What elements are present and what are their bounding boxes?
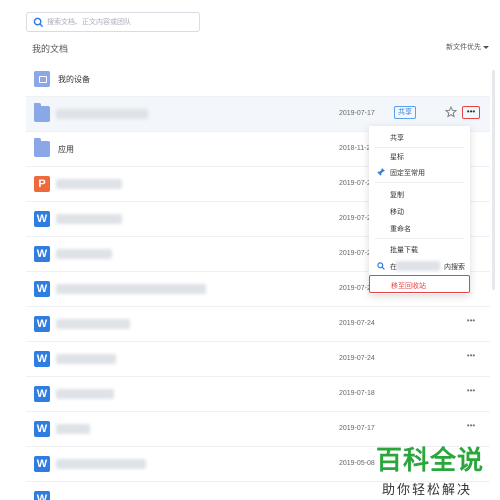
sort-label: 新文件优先 [446, 44, 481, 51]
file-date: 2019-07-17 [339, 425, 375, 432]
sort-select[interactable]: 新文件优先 [446, 42, 489, 52]
caret-down-icon [483, 45, 489, 49]
more-options-button[interactable]: ••• [462, 316, 480, 329]
folder-icon [34, 138, 50, 157]
list-item[interactable]: W 2019-07-18 ••• [26, 377, 490, 412]
folder-icon [34, 103, 50, 122]
word-file-icon: W [34, 281, 50, 297]
watermark-logo: 百科全说 助你轻松解决 [376, 440, 496, 497]
word-file-icon: W [34, 211, 50, 227]
more-options-button[interactable]: ••• [462, 386, 480, 399]
file-name: 应用 [58, 145, 74, 154]
menu-divider [375, 182, 464, 183]
word-file-icon: W [34, 386, 50, 402]
menu-item-copy[interactable]: 复制 [369, 185, 470, 203]
list-item[interactable]: 我的设备 [26, 62, 490, 97]
word-file-icon: W [34, 491, 50, 500]
search-icon [377, 262, 385, 270]
menu-item-share[interactable]: 共享 [369, 128, 470, 146]
blurred-file-name [56, 284, 206, 294]
more-options-button[interactable]: ••• [462, 421, 480, 434]
search-placeholder: 搜索文档、正文内容或团队 [47, 19, 131, 26]
blurred-file-name [56, 424, 90, 434]
more-options-button[interactable]: ••• [462, 351, 480, 364]
blurred-file-name [56, 319, 130, 329]
menu-item-search-in[interactable]: 在 内搜索 [369, 257, 470, 275]
blurred-file-name [56, 389, 114, 399]
file-date: 2019-05-08 [339, 460, 375, 467]
watermark-title: 百科全说 [376, 445, 485, 475]
menu-divider [375, 238, 464, 239]
word-file-icon: W [34, 421, 50, 437]
blurred-file-name [56, 179, 122, 189]
menu-item-rename[interactable]: 重命名 [369, 219, 470, 237]
word-file-icon: W [34, 316, 50, 332]
blurred-file-name [56, 354, 116, 364]
blurred-file-name [56, 459, 146, 469]
shared-badge: 共享 [394, 106, 416, 119]
blurred-folder-name [396, 261, 440, 271]
ppt-file-icon: P [34, 176, 50, 192]
file-date: 2019-07-24 [339, 320, 375, 327]
context-menu: 共享 星标 固定至常用 复制 移动 重命名 批量下载 在 内搜索 移至回收站 [369, 126, 470, 294]
menu-item-pin[interactable]: 固定至常用 [369, 163, 470, 181]
device-folder-icon [34, 71, 50, 87]
star-icon[interactable] [445, 106, 457, 118]
search-input[interactable]: 搜索文档、正文内容或团队 [26, 12, 200, 32]
list-item[interactable]: W 2019-07-24 ••• [26, 342, 490, 377]
pin-icon [377, 168, 385, 176]
more-options-button[interactable]: ••• [462, 106, 480, 119]
blurred-file-name [56, 109, 148, 119]
file-date: 2019-07-17 [339, 110, 375, 117]
search-icon [33, 17, 44, 28]
watermark-subtitle: 助你轻松解决 [382, 482, 473, 497]
menu-item-download[interactable]: 批量下载 [369, 240, 470, 258]
blurred-file-name [56, 249, 112, 259]
file-date: 2019-07-24 [339, 355, 375, 362]
page-title: 我的文档 [32, 44, 69, 54]
word-file-icon: W [34, 351, 50, 367]
file-date: 2019-07-18 [339, 390, 375, 397]
menu-item-trash[interactable]: 移至回收站 [369, 275, 470, 293]
file-name: 我的设备 [58, 75, 90, 84]
blurred-file-name [56, 214, 122, 224]
scrollbar[interactable] [492, 70, 495, 290]
word-file-icon: W [34, 456, 50, 472]
menu-item-move[interactable]: 移动 [369, 202, 470, 220]
list-item[interactable]: W 2019-07-24 ••• [26, 307, 490, 342]
word-file-icon: W [34, 246, 50, 262]
